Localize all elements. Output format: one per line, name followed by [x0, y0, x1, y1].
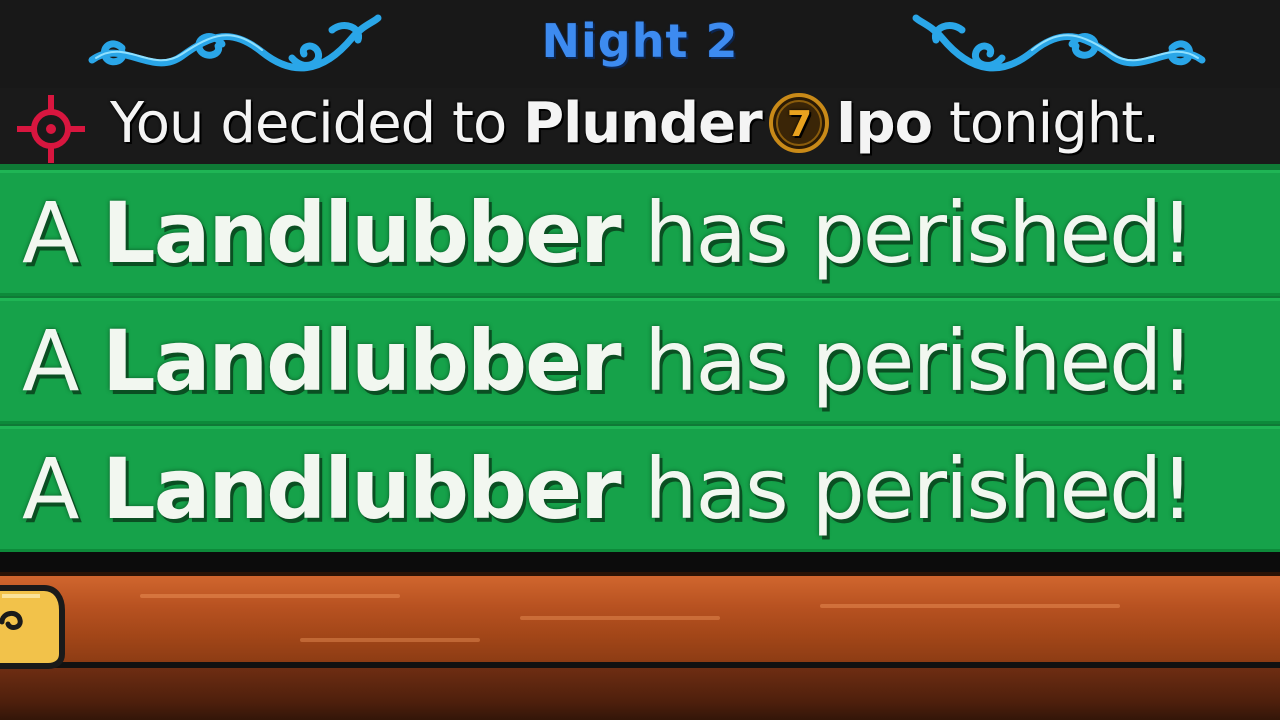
- wood-grain: [300, 638, 480, 642]
- night-header: Night 2: [0, 0, 1280, 88]
- parchment-scroll-icon: [0, 585, 65, 669]
- death-announcements: A Landlubber has perished! A Landlubber …: [0, 164, 1280, 552]
- action-name: Plunder: [523, 91, 763, 156]
- target-player-name: Ipo: [835, 91, 933, 156]
- announcement-text: A Landlubber has perished!: [22, 440, 1194, 538]
- announcement-banner: A Landlubber has perished!: [0, 426, 1280, 552]
- decision-sentence: You decided to Plunder 7 Ipo tonight.: [110, 91, 1160, 156]
- player-number-badge: 7: [768, 92, 829, 153]
- announcement-article: A: [22, 440, 79, 538]
- wood-grain: [140, 594, 400, 598]
- announcement-message: has perished!: [644, 440, 1194, 538]
- announcement-message: has perished!: [644, 312, 1194, 410]
- decision-prefix: You decided to: [110, 91, 507, 156]
- wood-grain: [520, 616, 720, 620]
- announcement-role: Landlubber: [102, 184, 621, 282]
- announcement-banner: A Landlubber has perished!: [0, 170, 1280, 296]
- announcement-role: Landlubber: [102, 312, 621, 410]
- game-screen: Night 2 You decided to Plunder 7 Ipo ton…: [0, 0, 1280, 720]
- wood-plank-top: [0, 572, 1280, 662]
- wood-grain: [820, 604, 1120, 608]
- wood-plank-bottom: [0, 662, 1280, 720]
- announcement-article: A: [22, 312, 79, 410]
- player-number: 7: [787, 104, 811, 145]
- night-action-summary: You decided to Plunder 7 Ipo tonight.: [0, 88, 1280, 164]
- night-word: Night: [541, 14, 689, 68]
- swirl-ornament-right-icon: [912, 14, 1206, 72]
- night-number: 2: [705, 14, 739, 68]
- announcement-text: A Landlubber has perished!: [22, 312, 1194, 410]
- announcement-banner: A Landlubber has perished!: [0, 298, 1280, 424]
- announcement-message: has perished!: [644, 184, 1194, 282]
- crosshair-target-icon: [17, 95, 85, 163]
- announcement-text: A Landlubber has perished!: [22, 184, 1194, 282]
- announcement-article: A: [22, 184, 79, 282]
- announcement-role: Landlubber: [102, 440, 621, 538]
- decision-suffix: tonight.: [948, 91, 1160, 156]
- wooden-panel: [0, 552, 1280, 720]
